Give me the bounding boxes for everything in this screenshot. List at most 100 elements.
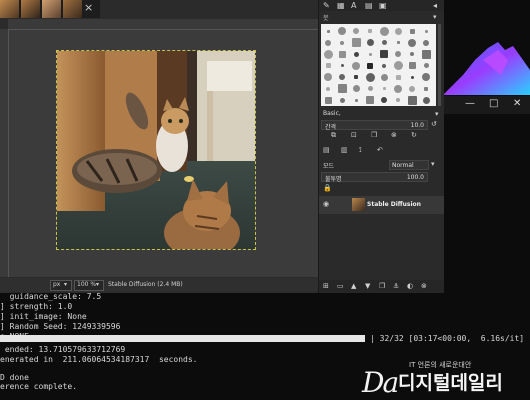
brush-preset[interactable] [322,37,335,49]
new-layer-icon[interactable]: ⊞ [323,282,329,290]
duplicate-layer-icon[interactable]: ❐ [379,282,385,290]
paintbrush-icon[interactable]: ✎ [323,1,330,10]
brush-preset[interactable] [350,94,363,106]
reset-icon[interactable]: ↺ [431,120,437,128]
delete-icon[interactable]: ⊗ [391,131,397,139]
brush-preset[interactable] [350,48,363,60]
maximize-button[interactable]: □ [489,98,498,109]
brush-preset[interactable] [350,60,363,72]
brush-preset[interactable] [406,71,419,83]
anchor-icon[interactable]: ⚓ [393,282,399,290]
image-tab-thumbnail[interactable] [63,0,82,18]
chevron-down-icon[interactable]: ▾ [435,110,439,118]
brush-grid[interactable] [321,24,436,106]
brush-preset[interactable] [336,94,349,106]
brush-preset[interactable] [336,25,349,37]
brush-preset[interactable] [420,83,433,95]
duplicate-icon[interactable]: ❐ [371,131,377,139]
brush-preset[interactable] [364,71,377,83]
image-tab-thumbnail[interactable] [0,0,19,18]
brush-preset[interactable] [392,60,405,72]
brush-preset[interactable] [336,48,349,60]
brush-preset[interactable] [364,83,377,95]
brush-preset[interactable] [364,94,377,106]
brush-preset[interactable] [392,83,405,95]
brush-preset[interactable] [364,48,377,60]
brush-preset[interactable] [406,37,419,49]
brush-preset[interactable] [322,71,335,83]
brush-preset[interactable] [406,25,419,37]
brush-preset[interactable] [392,48,405,60]
brush-preset[interactable] [378,71,391,83]
image-tab-thumbnail[interactable] [42,0,61,18]
brush-preset[interactable] [350,25,363,37]
image-icon[interactable]: ▣ [379,1,387,10]
chevron-down-icon[interactable]: ▾ [431,160,435,168]
brush-preset[interactable] [420,94,433,106]
tab-menu-icon[interactable]: ◂ [433,1,437,10]
document-icon[interactable]: ▤ [365,1,373,10]
brush-preset[interactable] [322,94,335,106]
brush-preset[interactable] [336,83,349,95]
spacing-field[interactable]: 간격 10.0 [321,120,428,131]
brush-preset[interactable] [322,48,335,60]
mask-icon[interactable]: ◐ [407,282,413,290]
brush-preset[interactable] [378,37,391,49]
chevron-down-icon[interactable]: ▾ [433,13,437,21]
layer-row[interactable]: ◉ Stable Diffusion [319,196,444,214]
mode-select[interactable]: Normal [389,160,429,170]
brush-preset[interactable] [378,60,391,72]
brush-preset[interactable] [406,83,419,95]
pattern-icon[interactable]: ▦ [337,1,345,10]
image-tab-thumbnail[interactable] [21,0,40,18]
edit-brush-icon[interactable]: ⧉ [331,131,336,140]
brush-preset[interactable] [392,71,405,83]
brush-preset[interactable] [336,37,349,49]
brush-preset[interactable] [364,25,377,37]
brush-preset[interactable] [350,71,363,83]
close-button[interactable]: ✕ [513,98,521,109]
lock-icon[interactable]: 🔒 [323,184,332,192]
brush-preset[interactable] [406,60,419,72]
brush-preset[interactable] [336,60,349,72]
delete-layer-icon[interactable]: ⊗ [421,282,427,290]
brush-preset[interactable] [378,83,391,95]
minimize-button[interactable]: — [465,98,475,109]
brush-preset[interactable] [392,25,405,37]
brush-preset[interactable] [364,60,377,72]
opacity-field[interactable]: 불투명 100.0 [321,172,428,183]
brush-scrollbar[interactable] [438,24,441,106]
brush-preset[interactable] [392,37,405,49]
brush-preset[interactable] [420,25,433,37]
brush-preset[interactable] [350,83,363,95]
brush-preset[interactable] [420,37,433,49]
brush-preset[interactable] [420,71,433,83]
channels-tab-icon[interactable]: ▥ [341,146,348,154]
brush-preset[interactable] [420,60,433,72]
layers-tab-icon[interactable]: ▤ [323,146,330,154]
brush-preset[interactable] [322,83,335,95]
eye-icon[interactable]: ◉ [323,200,329,208]
raise-layer-icon[interactable]: ▲ [351,282,356,290]
refresh-icon[interactable]: ↻ [411,131,417,139]
undo-tab-icon[interactable]: ↶ [377,146,383,154]
brush-preset[interactable] [406,94,419,106]
brush-preset[interactable] [378,94,391,106]
brush-preset[interactable] [364,37,377,49]
brush-preset[interactable] [336,71,349,83]
brush-preset[interactable] [378,25,391,37]
brush-preset[interactable] [420,48,433,60]
font-icon[interactable]: A [351,1,356,10]
brush-preset[interactable] [406,48,419,60]
paths-tab-icon[interactable]: ⟟ [359,146,362,155]
brush-preset[interactable] [378,48,391,60]
new-brush-icon[interactable]: ⊡ [351,131,357,139]
close-icon[interactable]: × [84,1,93,14]
image-canvas[interactable] [56,50,256,250]
brush-preset[interactable] [322,25,335,37]
brush-preset[interactable] [322,60,335,72]
lower-layer-icon[interactable]: ▼ [365,282,370,290]
brush-preset[interactable] [392,94,405,106]
folder-icon[interactable]: ▭ [337,282,344,290]
brush-preset[interactable] [350,37,363,49]
